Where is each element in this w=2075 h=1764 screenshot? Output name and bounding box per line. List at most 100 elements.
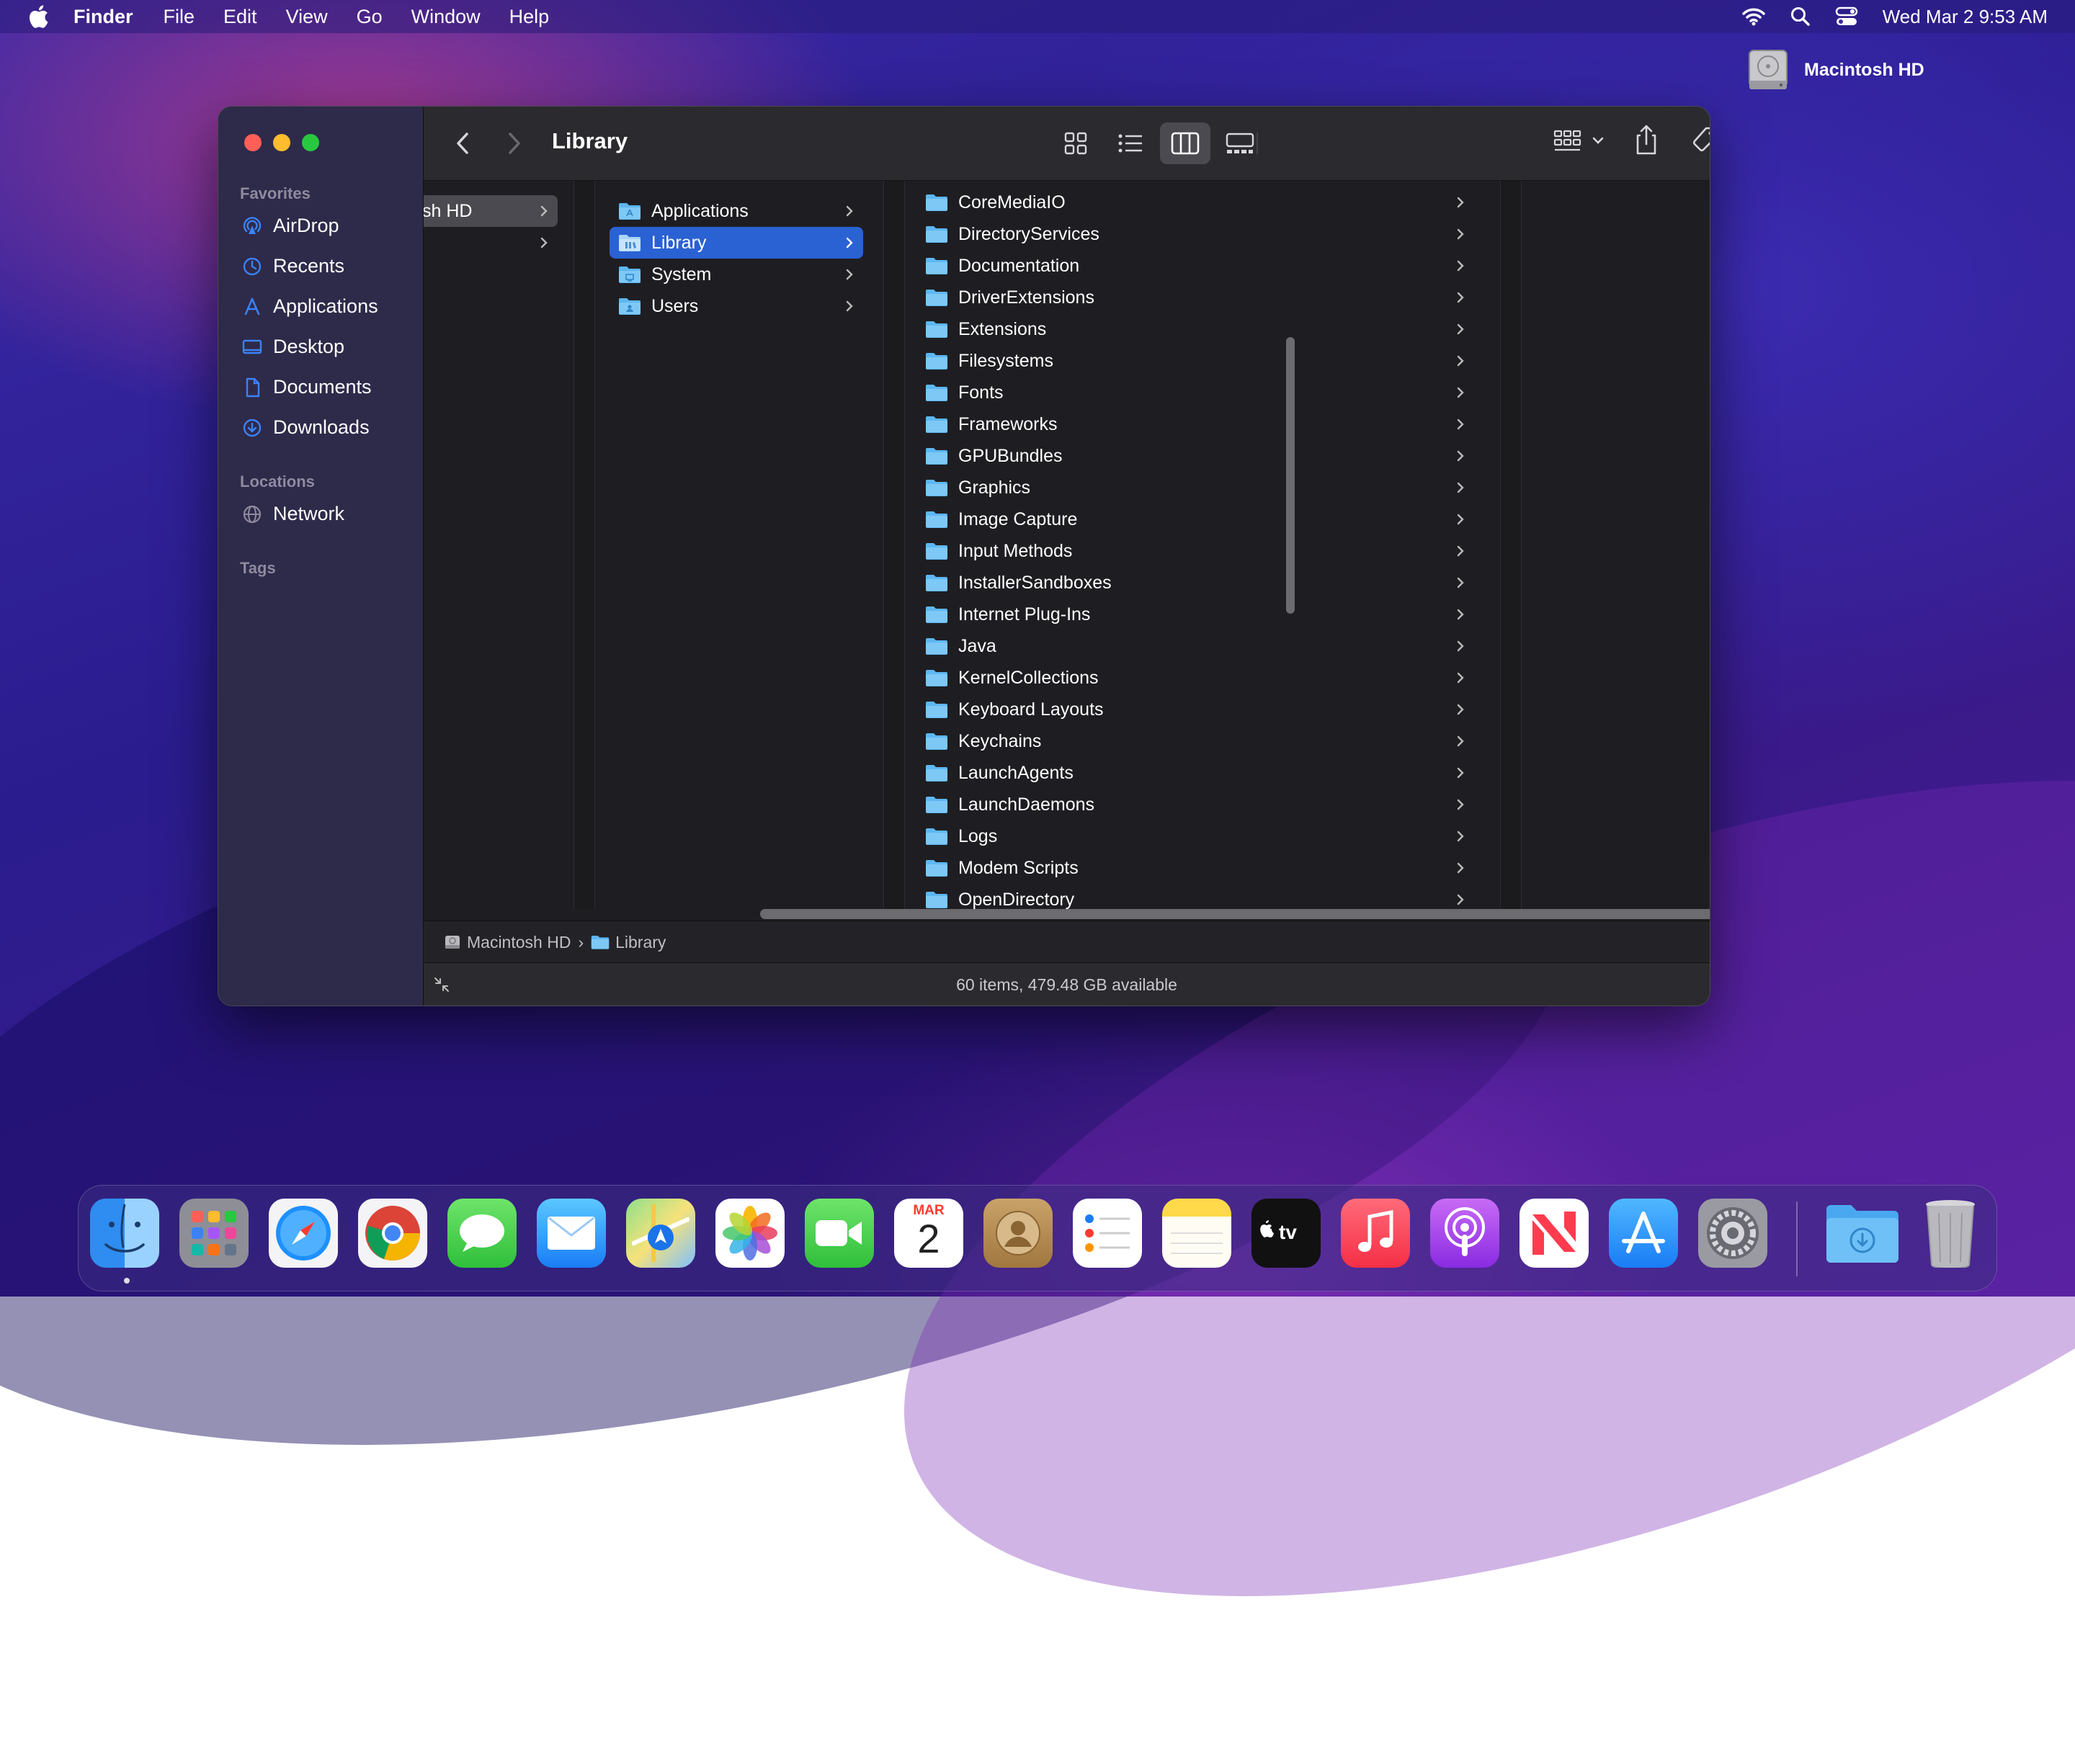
column-row[interactable] [424,227,558,259]
column-row[interactable]: DriverExtensions [918,282,1487,313]
folder-users-icon [619,298,641,315]
column-view-button[interactable] [1160,122,1210,164]
column-row-system[interactable]: System [610,259,863,290]
minimize-window-button[interactable] [273,134,290,151]
column-row-applications[interactable]: Applications [610,195,863,227]
wifi-icon[interactable] [1741,7,1766,26]
path-item-current[interactable]: Library [615,933,666,952]
launchpad-icon[interactable] [179,1199,249,1268]
column-row[interactable]: Image Capture [918,503,1487,535]
sidebar-item-airdrop[interactable]: AirDrop [241,215,339,237]
chrome-icon[interactable] [358,1199,427,1268]
column-row[interactable]: InstallerSandboxes [918,567,1487,599]
calendar-icon[interactable]: MAR 2 [894,1199,963,1268]
apple-icon[interactable] [27,4,49,29]
messages-icon[interactable] [447,1199,517,1268]
column-row[interactable]: Input Methods [918,535,1487,567]
speech-bubble-icon [460,1214,504,1252]
zoom-window-button[interactable] [302,134,319,151]
tv-icon[interactable]: tv [1251,1199,1321,1268]
folder-icon [926,670,947,686]
group-by-button[interactable] [1553,128,1607,154]
news-icon[interactable] [1520,1199,1589,1268]
grid-icon [1064,132,1087,155]
column-row[interactable]: Fonts [918,377,1487,408]
download-icon [243,418,262,436]
trash-icon[interactable] [1916,1199,1985,1268]
menu-clock[interactable]: Wed Mar 2 9:53 AM [1883,6,2048,28]
music-icon[interactable] [1341,1199,1410,1268]
desktop-drive-macintosh-hd[interactable]: Macintosh HD [1746,48,1924,92]
menu-app-name[interactable]: Finder [73,6,133,28]
sidebar-item-desktop[interactable]: Desktop [241,336,344,358]
column-resize-handle[interactable] [1500,181,1522,909]
column-row[interactable]: Documentation [918,250,1487,282]
system-preferences-icon[interactable] [1698,1199,1767,1268]
app-store-icon[interactable] [1609,1199,1678,1268]
forward-button[interactable] [506,131,523,156]
folder-icon [926,290,947,306]
downloads-folder-icon[interactable] [1822,1199,1903,1268]
column-row[interactable]: Internet Plug-Ins [918,599,1487,630]
column-row[interactable]: Filesystems [918,345,1487,377]
column-row[interactable]: KernelCollections [918,662,1487,694]
menu-go[interactable]: Go [357,6,383,28]
menu-help[interactable]: Help [509,6,550,28]
menu-view[interactable]: View [286,6,328,28]
column-row[interactable]: Keychains [918,725,1487,757]
column-row[interactable]: GPUBundles [918,440,1487,472]
share-icon[interactable] [1634,124,1659,156]
reminders-icon[interactable] [1073,1199,1142,1268]
safari-icon[interactable] [269,1199,338,1268]
column-row[interactable]: OpenDirectory [918,884,1487,909]
podcasts-icon[interactable] [1430,1199,1499,1268]
list-view-button[interactable] [1105,122,1156,164]
finder-icon[interactable] [90,1199,159,1268]
horizontal-scrollbar[interactable] [760,909,1710,919]
menu-file[interactable]: File [164,6,195,28]
folder-library-icon [591,936,610,949]
notes-icon[interactable] [1162,1199,1231,1268]
column-row[interactable]: Keyboard Layouts [918,694,1487,725]
tag-icon[interactable] [1690,125,1710,154]
chevron-right-icon [1457,387,1464,398]
mail-icon[interactable] [537,1199,606,1268]
sidebar-item-documents[interactable]: Documents [241,376,372,398]
sidebar-item-downloads[interactable]: Downloads [241,416,370,439]
close-window-button[interactable] [244,134,262,151]
column-row-users[interactable]: Users [610,290,863,322]
column-row[interactable]: DirectoryServices [918,218,1487,250]
column-row[interactable]: Java [918,630,1487,662]
sidebar-item-applications[interactable]: Applications [241,295,378,318]
facetime-icon[interactable] [805,1199,874,1268]
maps-icon[interactable] [626,1199,695,1268]
column-row[interactable]: Graphics [918,472,1487,503]
spotlight-search-icon[interactable] [1790,6,1811,27]
path-item-root[interactable]: Macintosh HD [467,933,571,952]
column-row-library-selected[interactable]: Library [610,227,863,259]
column-row[interactable]: Frameworks [918,408,1487,440]
back-button[interactable] [454,131,471,156]
control-center-icon[interactable] [1835,6,1858,27]
row-label: System [651,264,712,285]
column-row[interactable]: Modem Scripts [918,852,1487,884]
contacts-icon[interactable] [983,1199,1053,1268]
row-label: Keychains [958,730,1042,751]
column-row[interactable]: Extensions [918,313,1487,345]
column-resize-handle[interactable] [574,181,595,909]
column-row[interactable]: LaunchAgents [918,757,1487,789]
column-resize-handle[interactable] [883,181,905,909]
photos-icon[interactable] [715,1199,785,1268]
column-row[interactable]: CoreMediaIO [918,187,1487,218]
row-label: Fonts [958,382,1004,403]
column-row[interactable]: Logs [918,820,1487,852]
menu-window[interactable]: Window [411,6,481,28]
icon-view-button[interactable] [1050,122,1101,164]
column-row-macintosh-hd[interactable]: sh HD [424,195,558,227]
sidebar-item-network[interactable]: Network [241,503,344,525]
collapse-arrows-icon[interactable] [432,975,451,994]
menu-edit[interactable]: Edit [223,6,257,28]
column-row[interactable]: LaunchDaemons [918,789,1487,820]
sidebar-item-recents[interactable]: Recents [241,255,344,277]
vertical-scrollbar[interactable] [1286,337,1295,614]
